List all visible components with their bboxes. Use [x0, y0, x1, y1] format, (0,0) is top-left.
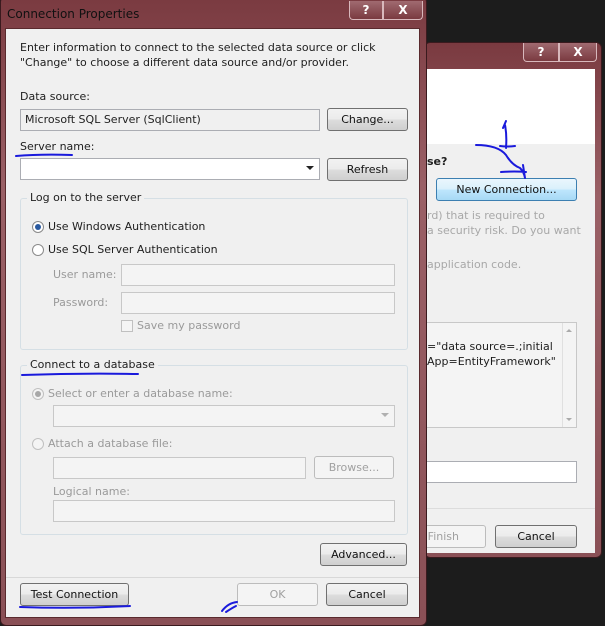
number-one-mark	[499, 120, 516, 149]
test-connection-underline	[19, 605, 131, 609]
annotation-overlay	[15, 120, 527, 613]
ok-arrow-mark	[221, 601, 238, 613]
server-name-underline	[15, 153, 73, 157]
pointer-arrow	[475, 144, 527, 179]
connect-db-underline	[21, 372, 139, 376]
